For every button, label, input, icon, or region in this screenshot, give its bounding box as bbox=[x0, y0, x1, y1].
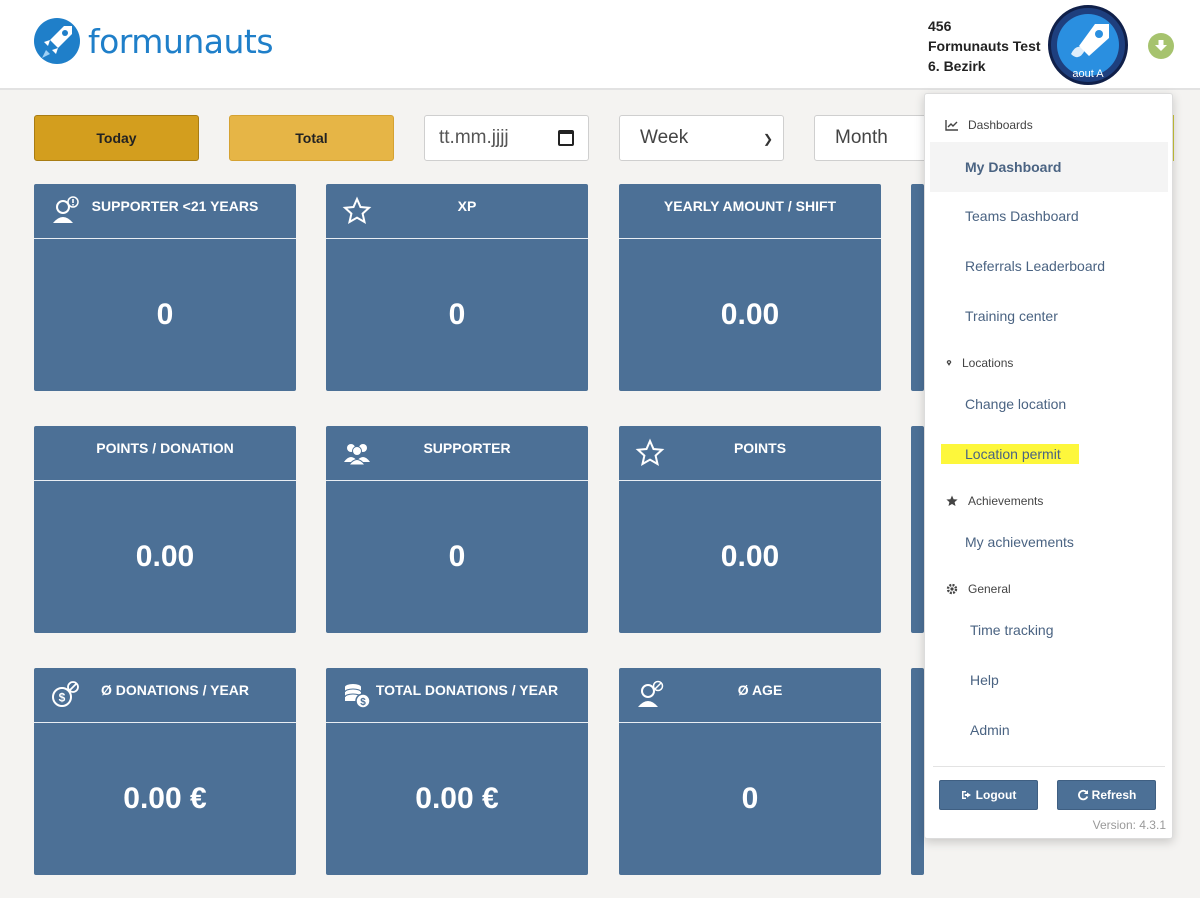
card-value: 0 bbox=[156, 298, 174, 331]
rocket-logo-icon bbox=[34, 18, 80, 64]
stat-card-points-donation: POINTS / DONATION 0.00 bbox=[34, 426, 296, 633]
menu-item-change-location[interactable]: Change location bbox=[965, 396, 1066, 412]
menu-section-locations: Locations bbox=[945, 356, 1013, 370]
stat-card-supporter-under-21: SUPPORTER <21 YEARS 0 bbox=[34, 184, 296, 391]
menu-section-label: Locations bbox=[962, 356, 1014, 370]
stat-card-hidden bbox=[911, 184, 924, 391]
menu-section-general: General bbox=[945, 582, 1011, 596]
menu-section-label: Achievements bbox=[968, 494, 1044, 508]
date-input[interactable]: tt.mm.jjjj bbox=[424, 115, 589, 161]
card-value: 0.00 bbox=[720, 540, 780, 573]
avatar-caption: aout A bbox=[1072, 68, 1104, 80]
chevron-down-icon: ❯ bbox=[762, 132, 773, 146]
card-title: Ø AGE bbox=[737, 682, 783, 698]
app-header: formunauts 456 Formunauts Test 6. Bezirk… bbox=[0, 0, 1200, 90]
stat-card-yearly-amount-shift: YEARLY AMOUNT / SHIFT 0.00 bbox=[619, 184, 881, 391]
card-header: $ Ø DONATIONS / YEAR bbox=[34, 668, 296, 723]
user-org: Formunauts Test bbox=[928, 38, 1041, 54]
avatar[interactable]: aout A bbox=[1048, 5, 1128, 85]
card-title: SUPPORTER bbox=[423, 440, 511, 456]
card-value: 0.00 bbox=[720, 298, 780, 331]
card-title: SUPPORTER <21 YEARS bbox=[91, 198, 259, 214]
card-header: $ TOTAL DONATIONS / YEAR bbox=[326, 668, 588, 723]
menu-section-label: General bbox=[968, 582, 1011, 596]
menu-item-training-center[interactable]: Training center bbox=[965, 308, 1058, 324]
menu-item-referrals-leaderboard[interactable]: Referrals Leaderboard bbox=[965, 258, 1105, 274]
card-header: Ø AGE bbox=[619, 668, 881, 723]
stat-card-supporter: SUPPORTER 0 bbox=[326, 426, 588, 633]
user-id: 456 bbox=[928, 18, 952, 34]
stat-card-xp: XP 0 bbox=[326, 184, 588, 391]
avatar-rocket-icon bbox=[1057, 14, 1119, 76]
stat-card-hidden bbox=[911, 426, 924, 633]
logout-button[interactable]: Logout bbox=[939, 780, 1038, 810]
card-header: SUPPORTER <21 YEARS bbox=[34, 184, 296, 239]
refresh-icon bbox=[1077, 789, 1088, 801]
card-header: POINTS bbox=[619, 426, 881, 481]
card-title: POINTS bbox=[733, 440, 787, 456]
menu-section-dashboards: Dashboards bbox=[945, 118, 1033, 132]
period-select[interactable]: Week ❯ bbox=[619, 115, 784, 161]
user-info: 456 Formunauts Test 6. Bezirk bbox=[928, 16, 1041, 76]
menu-item-location-permit[interactable]: Location permit bbox=[941, 444, 1079, 464]
stat-card-avg-age: Ø AGE 0 bbox=[619, 668, 881, 875]
stat-card-total-donations-year: $ TOTAL DONATIONS / YEAR 0.00 € bbox=[326, 668, 588, 875]
dropdown-toggle-button[interactable] bbox=[1148, 33, 1174, 59]
menu-item-my-achievements[interactable]: My achievements bbox=[965, 534, 1074, 550]
map-marker-icon bbox=[946, 360, 952, 366]
star-icon bbox=[946, 495, 958, 506]
total-button[interactable]: Total bbox=[229, 115, 394, 161]
calendar-icon[interactable] bbox=[558, 130, 574, 146]
period-select-value: Week bbox=[640, 127, 689, 148]
menu-section-label: Dashboards bbox=[968, 118, 1033, 132]
stat-card-points: POINTS 0.00 bbox=[619, 426, 881, 633]
card-header: SUPPORTER bbox=[326, 426, 588, 481]
user-dropdown-menu: Dashboards My Dashboard Teams Dashboard … bbox=[924, 93, 1173, 839]
date-placeholder: tt.mm.jjjj bbox=[439, 127, 509, 148]
menu-item-time-tracking[interactable]: Time tracking bbox=[970, 622, 1054, 638]
card-value: 0 bbox=[741, 782, 759, 815]
today-button[interactable]: Today bbox=[34, 115, 199, 161]
card-title: XP bbox=[457, 198, 477, 214]
arrow-down-icon bbox=[1155, 40, 1167, 51]
menu-section-achievements: Achievements bbox=[945, 494, 1043, 508]
chart-line-icon bbox=[945, 120, 958, 131]
card-value: 0 bbox=[448, 298, 466, 331]
menu-item-help[interactable]: Help bbox=[970, 672, 999, 688]
card-value: 0.00 € bbox=[123, 782, 207, 815]
menu-item-admin[interactable]: Admin bbox=[970, 722, 1010, 738]
refresh-button[interactable]: Refresh bbox=[1057, 780, 1156, 810]
menu-item-teams-dashboard[interactable]: Teams Dashboard bbox=[965, 208, 1079, 224]
stat-card-avg-donations-year: $ Ø DONATIONS / YEAR 0.00 € bbox=[34, 668, 296, 875]
menu-item-my-dashboard[interactable]: My Dashboard bbox=[930, 142, 1168, 192]
card-title: POINTS / DONATION bbox=[96, 440, 234, 456]
card-title: Ø DONATIONS / YEAR bbox=[100, 682, 250, 698]
gear-icon bbox=[946, 583, 958, 595]
card-header: XP bbox=[326, 184, 588, 239]
app-version: Version: 4.3.1 bbox=[1092, 818, 1166, 832]
brand-name: formunauts bbox=[88, 21, 274, 61]
brand-logo[interactable]: formunauts bbox=[34, 18, 274, 64]
user-district: 6. Bezirk bbox=[928, 58, 986, 74]
card-header: YEARLY AMOUNT / SHIFT bbox=[619, 184, 881, 239]
menu-divider bbox=[933, 766, 1165, 767]
month-select-value: Month bbox=[835, 127, 888, 148]
card-value: 0.00 € bbox=[415, 782, 499, 815]
card-header: POINTS / DONATION bbox=[34, 426, 296, 481]
logout-label: Logout bbox=[975, 788, 1017, 802]
svg-text:$: $ bbox=[360, 697, 366, 708]
card-title: YEARLY AMOUNT / SHIFT bbox=[663, 198, 837, 214]
card-value: 0 bbox=[448, 540, 466, 573]
card-title: TOTAL DONATIONS / YEAR bbox=[375, 682, 559, 698]
refresh-label: Refresh bbox=[1091, 788, 1137, 802]
stat-card-hidden bbox=[911, 668, 924, 875]
card-value: 0.00 bbox=[135, 540, 195, 573]
sign-out-icon bbox=[961, 791, 971, 799]
